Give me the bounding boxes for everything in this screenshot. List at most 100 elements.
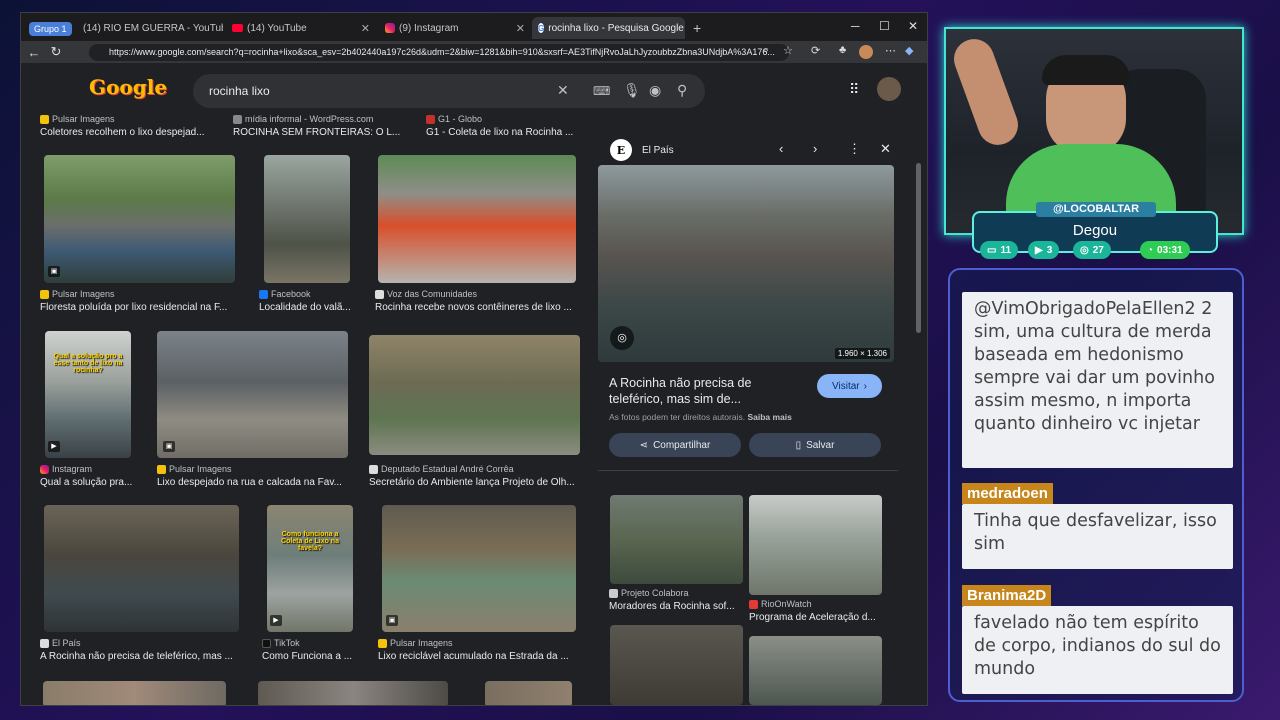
chevron-right-icon: › [863,380,867,392]
mic-icon[interactable]: 🎙 [623,82,641,99]
apps-grid-icon[interactable]: ⠿ [849,81,859,98]
profile-avatar[interactable] [859,45,873,59]
back-icon[interactable]: ← [23,45,45,60]
result-caption[interactable]: Como Funciona a ... [262,651,357,662]
result-caption[interactable]: Lixo reciclável acumulado na Estrada da … [378,651,578,662]
tab-youtube-rio[interactable]: (14) RIO EM GUERRA - YouTube✕ [73,17,223,39]
play-icon: ▶ [270,615,282,626]
chat-username: Branima2D [962,585,1052,606]
result-source: G1 - Globo [426,114,482,124]
search-box[interactable]: rocinha lixo ✕ ⌨ 🎙 ◉ ⚲ [193,74,705,108]
related-image[interactable] [749,636,882,705]
extensions-icon[interactable]: ⟳ [811,44,820,57]
related-image[interactable] [610,625,743,705]
result-image[interactable] [378,155,576,283]
new-tab-button[interactable]: + [687,17,707,39]
image-icon: ▣ [48,266,60,277]
lens-search-icon[interactable]: ◎ [610,326,634,350]
stat-video-count: ▶ 3 [1028,241,1060,259]
more-options-icon[interactable]: ⋮ [848,141,861,157]
preview-title[interactable]: A Rocinha não precisa de teleférico, mas… [609,375,799,407]
google-header: Google rocinha lixo ✕ ⌨ 🎙 ◉ ⚲ ⠿ [21,63,927,118]
image-overlay-text: Como funciona a Coleta de Lixo na favela… [281,531,339,552]
google-doodle-logo[interactable]: Google [89,75,194,107]
streamer-hair [1042,55,1130,85]
play-icon: ▶ [48,441,60,452]
result-caption[interactable]: Qual a solução pra... [40,477,140,488]
result-source: Facebook [259,289,311,299]
result-image[interactable] [485,681,572,705]
result-caption[interactable]: Secretário do Ambiente lança Projeto de … [369,477,581,488]
panel-source[interactable]: El País [642,145,674,156]
youtube-icon [232,24,243,32]
related-source: RioOnWatch [749,599,812,609]
result-caption[interactable]: Floresta poluída por lixo residencial na… [40,302,236,313]
result-caption[interactable]: Lixo despejado na rua e calcada na Fav..… [157,477,352,488]
result-image[interactable]: ▣ [44,155,235,283]
related-caption[interactable]: Moradores da Rocinha sof... [609,601,739,612]
visit-button[interactable]: Visitar › [817,374,882,398]
close-panel-icon[interactable]: ✕ [880,141,891,157]
tab-youtube[interactable]: (14) YouTube ✕ [226,17,376,39]
search-icon[interactable]: ⚲ [677,82,687,99]
related-image[interactable] [610,495,743,584]
result-image[interactable] [44,505,239,632]
result-image[interactable]: Como funciona a Coleta de Lixo na favela… [267,505,353,632]
result-source: Pulsar Imagens [40,114,115,124]
lens-icon[interactable]: ◉ [649,82,661,99]
tab-google-search[interactable]: Grocinha lixo - Pesquisa Google✕ [532,17,685,39]
result-caption[interactable]: Rocinha recebe novos contêineres de lixo… [375,302,580,313]
extension-icon[interactable]: ♣ [839,44,846,56]
result-source: TikTok [262,638,300,648]
result-caption[interactable]: ROCINHA SEM FRONTEIRAS: O L... [233,127,408,138]
result-source: Deputado Estadual André Corrêa [369,464,514,474]
chat-message: favelado não tem espírito de corpo, indi… [962,606,1233,694]
save-button[interactable]: ▯ Salvar [749,433,881,457]
previous-icon[interactable]: ‹ [779,141,783,156]
result-caption[interactable]: G1 - Coleta de lixo na Rocinha ... [426,127,586,138]
copilot-icon[interactable]: ◆ [905,44,913,57]
image-icon: ▣ [163,441,175,452]
result-caption[interactable]: Coletores recolhem o lixo despejad... [40,127,215,138]
result-caption[interactable]: Localidade do valã... [259,302,354,313]
close-tab-icon[interactable]: ✕ [361,22,370,35]
url-field[interactable]: https://www.google.com/search?q=rocinha+… [89,44,789,61]
stat-timer: ◔ 03:31 [1140,241,1190,259]
zoom-icon[interactable]: ⌕ [763,44,769,57]
next-icon[interactable]: › [813,141,817,156]
maximize-icon[interactable]: ☐ [879,19,890,33]
close-tab-icon[interactable]: ✕ [516,22,525,35]
result-image[interactable] [43,681,226,705]
share-button[interactable]: ⋖ Compartilhar [609,433,741,457]
related-caption[interactable]: Programa de Aceleração d... [749,612,879,623]
close-window-icon[interactable]: ✕ [908,19,918,33]
related-image[interactable] [749,495,882,595]
result-image[interactable]: ▣ [382,505,576,632]
clear-icon[interactable]: ✕ [557,82,569,99]
account-avatar[interactable] [877,77,901,101]
tab-group-label[interactable]: Grupo 1 [29,18,72,40]
result-source: Instagram [40,464,92,474]
result-source: Pulsar Imagens [40,289,115,299]
image-preview-panel: E El País ‹ › ⋮ ✕ ◎ 1.960 × 1.306 A Roci… [598,131,903,705]
image-overlay-text: Qual a solução pro a esse tanto de lixo … [53,353,123,374]
result-image[interactable] [369,335,580,455]
scrollbar[interactable] [916,163,921,333]
preview-image[interactable]: ◎ 1.960 × 1.306 [598,165,894,362]
learn-more-link[interactable]: Saiba mais [747,412,791,422]
result-image[interactable] [264,155,350,283]
menu-icon[interactable]: ⋯ [885,44,896,57]
google-icon: G [538,23,545,33]
result-caption[interactable]: A Rocinha não precisa de teleférico, mas… [40,651,240,662]
result-image[interactable]: Qual a solução pro a esse tanto de lixo … [45,331,131,458]
keyboard-icon[interactable]: ⌨ [593,84,610,98]
bookmark-star-icon[interactable]: ☆ [783,44,793,57]
minimize-icon[interactable]: ─ [851,19,860,33]
search-input[interactable]: rocinha lixo [209,84,270,98]
reload-icon[interactable]: ↻ [45,44,67,60]
chat-message: @VimObrigadoPelaEllen2 2 sim, uma cultur… [962,292,1233,468]
result-image[interactable]: ▣ [157,331,348,458]
tab-instagram[interactable]: (9) Instagram ✕ [379,17,531,39]
result-image[interactable] [258,681,448,705]
panel-header: E El País [610,139,674,161]
